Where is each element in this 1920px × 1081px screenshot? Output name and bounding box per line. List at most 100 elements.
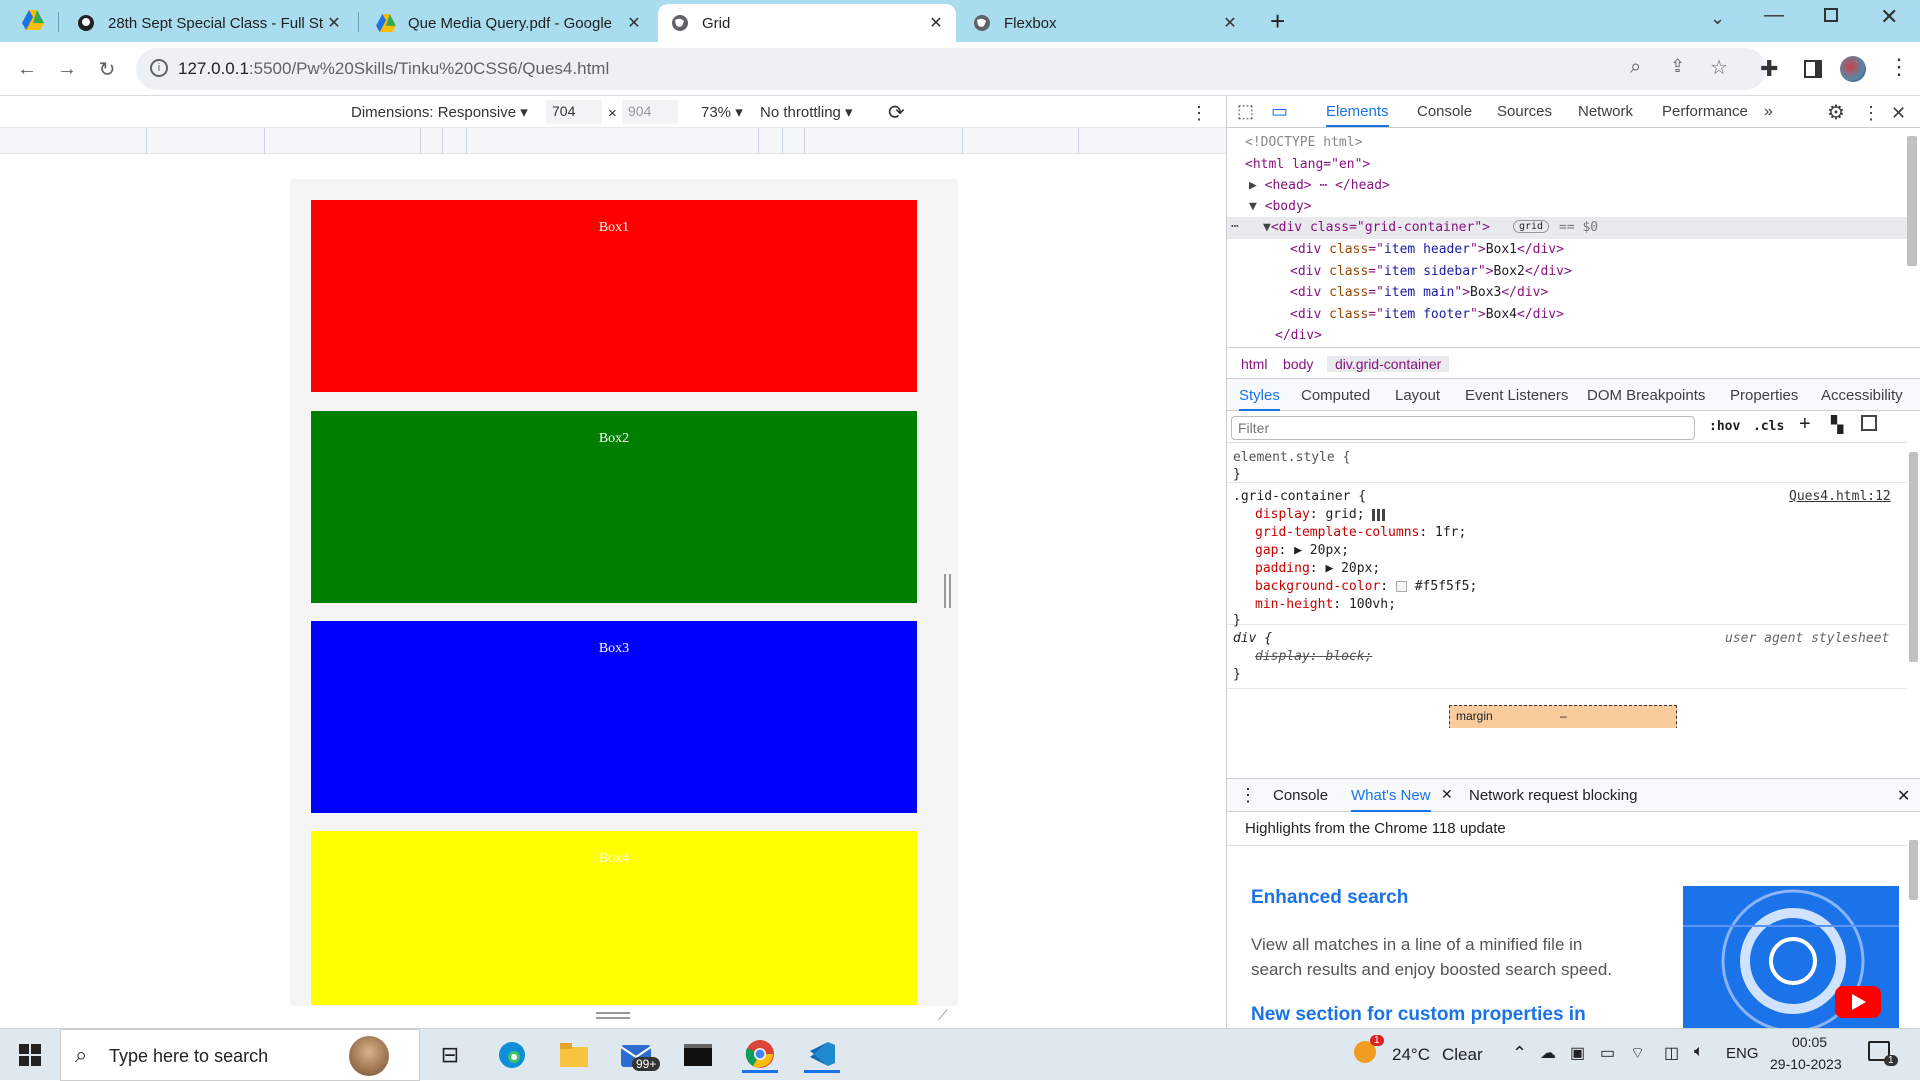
css-prop-display[interactable]: display: grid; — [1255, 507, 1387, 522]
tab-performance[interactable]: Performance — [1662, 103, 1748, 120]
more-tabs-icon[interactable]: » — [1764, 103, 1773, 121]
styles-filter-input[interactable] — [1231, 416, 1695, 440]
subtab-styles[interactable]: Styles — [1239, 387, 1280, 411]
zoom-select[interactable]: 73% ▾ — [701, 103, 743, 121]
tab-elements[interactable]: Elements — [1326, 103, 1389, 127]
edge-browser-icon[interactable] — [494, 1037, 530, 1073]
forward-button[interactable]: → — [52, 54, 82, 84]
tab-console[interactable]: Console — [1417, 103, 1472, 120]
dom-child-main[interactable]: <div class="item main">Box3</div> — [1290, 285, 1548, 300]
width-input[interactable]: 704 — [546, 100, 602, 124]
minimize-button[interactable]: — — [1764, 4, 1784, 27]
throttling-select[interactable]: No throttling ▾ — [760, 103, 853, 121]
css-prop-background-color[interactable]: background-color: #f5f5f5; — [1255, 579, 1477, 594]
back-button[interactable]: ← — [12, 54, 42, 84]
meet-now-icon[interactable]: ◫ — [1664, 1043, 1679, 1063]
dom-html[interactable]: <html lang="en"> — [1245, 157, 1370, 172]
tab-grid[interactable]: Grid ✕ — [658, 4, 956, 42]
tab-flexbox[interactable]: Flexbox ✕ — [960, 4, 1250, 42]
network-icon[interactable]: ⌔ — [1630, 1043, 1645, 1063]
drawer-scrollbar[interactable] — [1909, 840, 1918, 900]
css-prop-padding[interactable]: padding: ▶ 20px; — [1255, 561, 1380, 576]
resize-handle-corner[interactable]: ⟋ — [938, 1007, 948, 1024]
feature-enhanced-search-title[interactable]: Enhanced search — [1251, 887, 1408, 909]
close-drawer-icon[interactable]: ✕ — [1897, 786, 1910, 806]
avatar[interactable] — [1840, 56, 1866, 82]
height-input[interactable]: 904 — [622, 100, 678, 124]
dom-selected-row[interactable]: ⋯ ▼<div class="grid-container"> grid == … — [1227, 217, 1907, 239]
feature-custom-properties-title[interactable]: New section for custom properties in — [1251, 1004, 1586, 1026]
subtab-computed[interactable]: Computed — [1301, 387, 1370, 404]
subtab-properties[interactable]: Properties — [1730, 387, 1798, 404]
subtab-layout[interactable]: Layout — [1395, 387, 1440, 404]
close-devtools-icon[interactable]: ✕ — [1891, 103, 1906, 124]
close-icon[interactable]: ✕ — [1441, 786, 1453, 803]
close-icon[interactable]: ✕ — [1220, 13, 1240, 33]
rotate-icon[interactable]: ⟳ — [888, 100, 905, 125]
tray-app-icon[interactable]: ▣ — [1570, 1043, 1585, 1063]
dom-scrollbar[interactable] — [1907, 136, 1917, 266]
grid-container-selector[interactable]: .grid-container { — [1233, 489, 1366, 504]
reload-button[interactable]: ↻ — [92, 54, 122, 84]
color-swatch[interactable] — [1395, 581, 1407, 592]
grid-editor-icon[interactable] — [1372, 508, 1387, 521]
cls-toggle[interactable]: .cls — [1753, 419, 1784, 434]
maximize-button[interactable] — [1824, 8, 1838, 22]
weather-temp[interactable]: 24°C — [1392, 1045, 1430, 1065]
crumb-body[interactable]: body — [1283, 356, 1313, 372]
close-window-button[interactable]: ✕ — [1880, 4, 1898, 30]
dom-head[interactable]: ▶ <head> ⋯ </head> — [1249, 178, 1390, 193]
device-toggle-icon[interactable]: ▭ — [1271, 101, 1288, 122]
address-bar[interactable]: i 127.0.0.1:5500/Pw%20Skills/Tinku%20CSS… — [136, 48, 1766, 90]
extensions-icon[interactable]: ✚ — [1760, 56, 1778, 82]
clock-date[interactable]: 29-10-2023 — [1770, 1056, 1842, 1072]
side-panel-icon[interactable] — [1804, 60, 1822, 78]
info-icon[interactable]: i — [150, 59, 168, 77]
clock-time[interactable]: 00:05 — [1792, 1034, 1827, 1050]
menu-kebab-icon[interactable]: ⋮ — [1888, 54, 1910, 80]
mail-icon[interactable]: 99+ — [618, 1037, 661, 1073]
file-explorer-icon[interactable] — [556, 1037, 592, 1073]
dom-child-sidebar[interactable]: <div class="item sidebar">Box2</div> — [1290, 264, 1572, 279]
media-query-bar[interactable] — [0, 128, 1226, 154]
bookmark-star-icon[interactable]: ☆ — [1710, 55, 1728, 80]
dom-body[interactable]: ▼ <body> — [1249, 199, 1312, 214]
share-icon[interactable]: ⇪ — [1670, 56, 1685, 77]
battery-icon[interactable]: ▭ — [1600, 1043, 1615, 1063]
add-rule-icon[interactable]: + — [1799, 413, 1811, 436]
drawer-tab-console[interactable]: Console — [1273, 787, 1328, 804]
new-tab-button[interactable]: + — [1270, 6, 1285, 37]
subtab-dom-breakpoints[interactable]: DOM Breakpoints — [1587, 387, 1705, 404]
dom-child-header[interactable]: <div class="item header">Box1</div> — [1290, 242, 1564, 257]
css-prop-grid-template-columns[interactable]: grid-template-columns: 1fr; — [1255, 525, 1466, 540]
resize-handle-bottom[interactable] — [596, 1012, 630, 1019]
source-link[interactable]: Ques4.html:12 — [1789, 489, 1891, 504]
box-model-margin[interactable]: margin – — [1449, 705, 1677, 728]
drive-app-icon[interactable] — [22, 10, 44, 32]
dom-child-footer[interactable]: <div class="item footer">Box4</div> — [1290, 307, 1564, 322]
subtab-accessibility[interactable]: Accessibility — [1821, 387, 1903, 404]
language-indicator[interactable]: ENG — [1726, 1045, 1759, 1062]
sidebar-toggle-icon[interactable] — [1861, 415, 1877, 431]
task-view-icon[interactable]: ⊟ — [432, 1037, 468, 1073]
cloud-icon[interactable]: ☁ — [1540, 1043, 1556, 1063]
paint-brush-icon[interactable]: ▚ — [1831, 415, 1843, 435]
chevron-up-icon[interactable]: ⌃ — [1512, 1043, 1527, 1064]
tab-special-class[interactable]: 28th Sept Special Class - Full Sta ✕ — [64, 4, 354, 42]
volume-icon[interactable]: 🔈︎ — [1694, 1043, 1704, 1061]
subtab-event-listeners[interactable]: Event Listeners — [1465, 387, 1568, 404]
youtube-play-icon[interactable] — [1835, 986, 1881, 1018]
chrome-icon[interactable] — [742, 1037, 778, 1073]
crumb-div[interactable]: div.grid-container — [1327, 356, 1450, 372]
tab-sources[interactable]: Sources — [1497, 103, 1552, 120]
dom-div-close[interactable]: </div> — [1275, 328, 1322, 343]
terminal-icon[interactable] — [680, 1037, 716, 1073]
hov-toggle[interactable]: :hov — [1709, 419, 1740, 434]
css-prop-min-height[interactable]: min-height: 100vh; — [1255, 597, 1396, 612]
tab-que-media-query[interactable]: Que Media Query.pdf - Google ✕ — [364, 4, 654, 42]
drawer-menu-icon[interactable]: ⋮ — [1239, 785, 1257, 806]
resize-handle-right[interactable] — [944, 574, 951, 608]
settings-gear-icon[interactable]: ⚙ — [1827, 100, 1845, 125]
close-icon[interactable]: ✕ — [624, 13, 644, 33]
drawer-tab-whats-new[interactable]: What's New — [1351, 787, 1431, 812]
